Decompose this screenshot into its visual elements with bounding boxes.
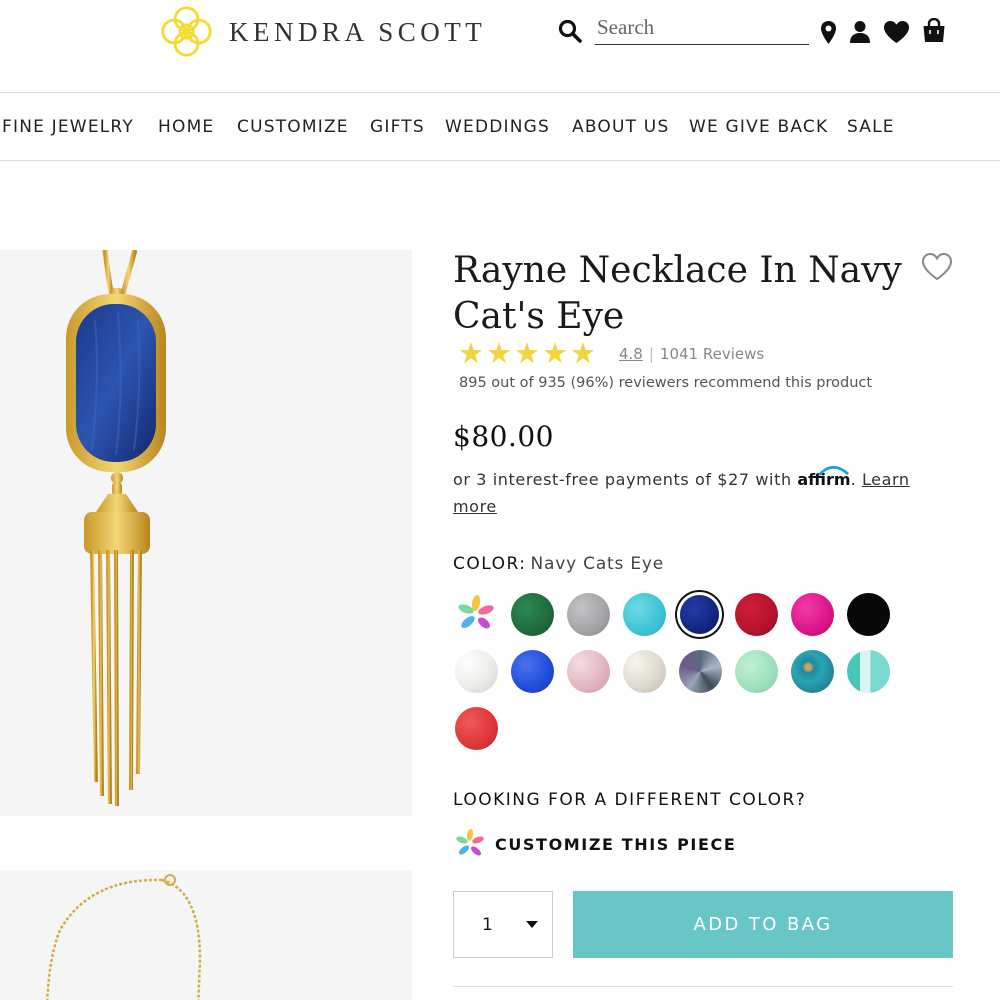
swatch-aqua-stripe[interactable] [847,650,890,693]
product-price: $80.00 [453,420,554,453]
color-bar-icon [458,595,494,629]
swatch-red[interactable] [735,593,778,636]
swatch-color-bar[interactable] [455,593,498,636]
star-icon: ★ [570,338,596,370]
search-icon[interactable] [558,19,582,43]
add-to-bag-button[interactable]: ADD TO BAG [573,891,953,958]
rating-value[interactable]: 4.8 [619,345,643,363]
nav-item-weddings[interactable]: WEDDINGS [445,117,550,137]
rating-summary: 4.8 | 1041 Reviews [619,345,764,363]
swatch-mint[interactable] [735,650,778,693]
brand-logo[interactable]: KENDRA SCOTT [158,3,486,60]
swatch-black[interactable] [847,593,890,636]
account-icon[interactable] [849,20,871,44]
star-rating[interactable]: ★ ★ ★ ★ ★ [458,338,596,370]
swatch-navy-cats-eye[interactable] [680,595,719,634]
color-selector-label: COLOR: Navy Cats Eye [453,554,664,574]
color-label: COLOR: [453,554,527,574]
star-icon: ★ [486,338,512,370]
selected-color-name: Navy Cats Eye [530,554,665,574]
affirm-logo: affirm [797,465,851,489]
product-title: Rayne Necklace In Navy Cat's Eye [453,250,902,337]
wishlist-heart-icon[interactable] [921,252,953,282]
different-color-heading: LOOKING FOR A DIFFERENT COLOR? [453,790,807,810]
site-header: KENDRA SCOTT [0,0,1000,93]
affirm-period: . [850,470,857,489]
rating-separator: | [648,345,654,363]
nav-item-home[interactable]: HOME [158,117,214,137]
swatch-cobalt[interactable] [511,650,554,693]
nav-item-gifts[interactable]: GIFTS [370,117,425,137]
swatch-red-mottled[interactable] [455,707,498,750]
quantity-value: 1 [482,914,493,935]
quantity-select[interactable]: 1 [453,891,553,958]
necklace-pendant-image [66,250,166,807]
product-image-main[interactable] [0,250,412,816]
nav-item-about-us[interactable]: ABOUT US [572,117,669,137]
location-pin-icon[interactable] [820,20,837,46]
nav-item-customize[interactable]: CUSTOMIZE [237,117,349,137]
star-icon: ★ [542,338,568,370]
star-icon: ★ [514,338,540,370]
nav-item-we-give-back[interactable]: WE GIVE BACK [689,117,828,137]
swatch-gray[interactable] [567,593,610,636]
affirm-financing: or 3 interest-free payments of $27 with … [453,465,923,520]
brand-name: KENDRA SCOTT [229,17,487,47]
swatch-green[interactable] [511,593,554,636]
affirm-arc-icon [818,465,850,476]
product-image-secondary[interactable] [0,870,412,1000]
kendra-scott-logo-icon [161,6,212,57]
main-nav: FINE JEWELRY HOME CUSTOMIZE GIFTS WEDDIN… [0,93,1000,161]
recommend-text: 895 out of 935 (96%) reviewers recommend… [459,375,873,391]
swatch-champagne-pearl[interactable] [623,650,666,693]
customize-link[interactable]: CUSTOMIZE THIS PIECE [455,828,736,860]
swatch-turquoise[interactable] [623,593,666,636]
swatch-abalone[interactable] [679,650,722,693]
necklace-chain-image [46,874,202,1000]
shopping-bag-icon[interactable] [922,18,946,43]
heart-icon[interactable] [883,20,910,44]
affirm-text: or 3 interest-free payments of $27 with [453,470,792,489]
star-icon: ★ [458,338,484,370]
customize-label: CUSTOMIZE THIS PIECE [495,834,737,854]
color-bar-icon [456,829,484,856]
section-divider [453,986,953,987]
nav-item-sale[interactable]: SALE [847,117,895,137]
nav-item-fine-jewelry[interactable]: FINE JEWELRY [2,117,134,137]
reviews-count[interactable]: 1041 Reviews [660,345,764,363]
search-input[interactable] [595,11,809,45]
swatch-magenta[interactable] [791,593,834,636]
swatch-teal-matrix[interactable] [791,650,834,693]
caret-down-icon [526,920,538,928]
swatch-ivory-mother-of-pearl[interactable] [455,650,498,693]
swatch-rose-pearl[interactable] [567,650,610,693]
